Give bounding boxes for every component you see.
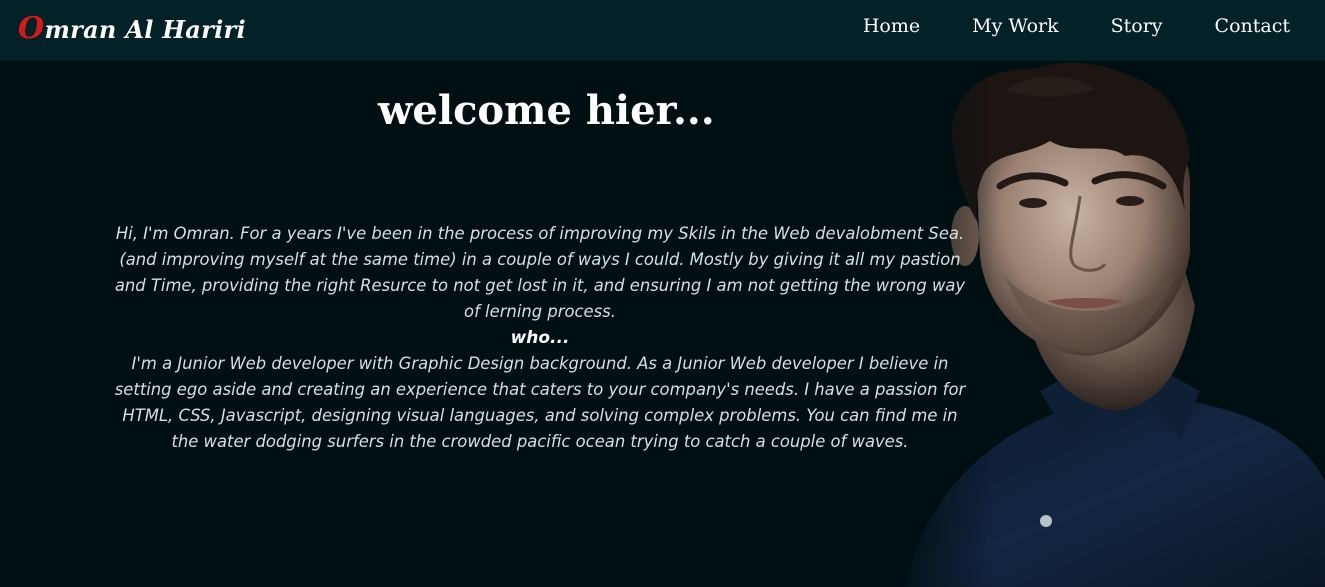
main-nav: Home My Work Story Contact <box>811 0 1290 52</box>
site-logo[interactable]: Omran Al Hariri <box>18 11 246 46</box>
who-subheading: who... <box>510 328 570 348</box>
navbar: Omran Al Hariri Home My Work Story Conta… <box>0 0 1325 61</box>
about-paragraph: I'm a Junior Web developer with Graphic … <box>114 354 966 451</box>
logo-name: mran Al Hariri <box>44 15 246 44</box>
intro-paragraph: Hi, I'm Omran. For a years I've been in … <box>114 224 966 321</box>
hero-section: welcome hier... Hi, I'm Omran. For a yea… <box>0 61 1325 587</box>
welcome-heading: welcome hier... <box>378 87 715 134</box>
nav-home[interactable]: Home <box>863 15 920 37</box>
nav-contact[interactable]: Contact <box>1215 15 1290 37</box>
nav-my-work[interactable]: My Work <box>972 15 1059 37</box>
logo-initial: O <box>18 11 45 46</box>
intro-text: Hi, I'm Omran. For a years I've been in … <box>108 221 972 455</box>
nav-story[interactable]: Story <box>1111 15 1163 37</box>
